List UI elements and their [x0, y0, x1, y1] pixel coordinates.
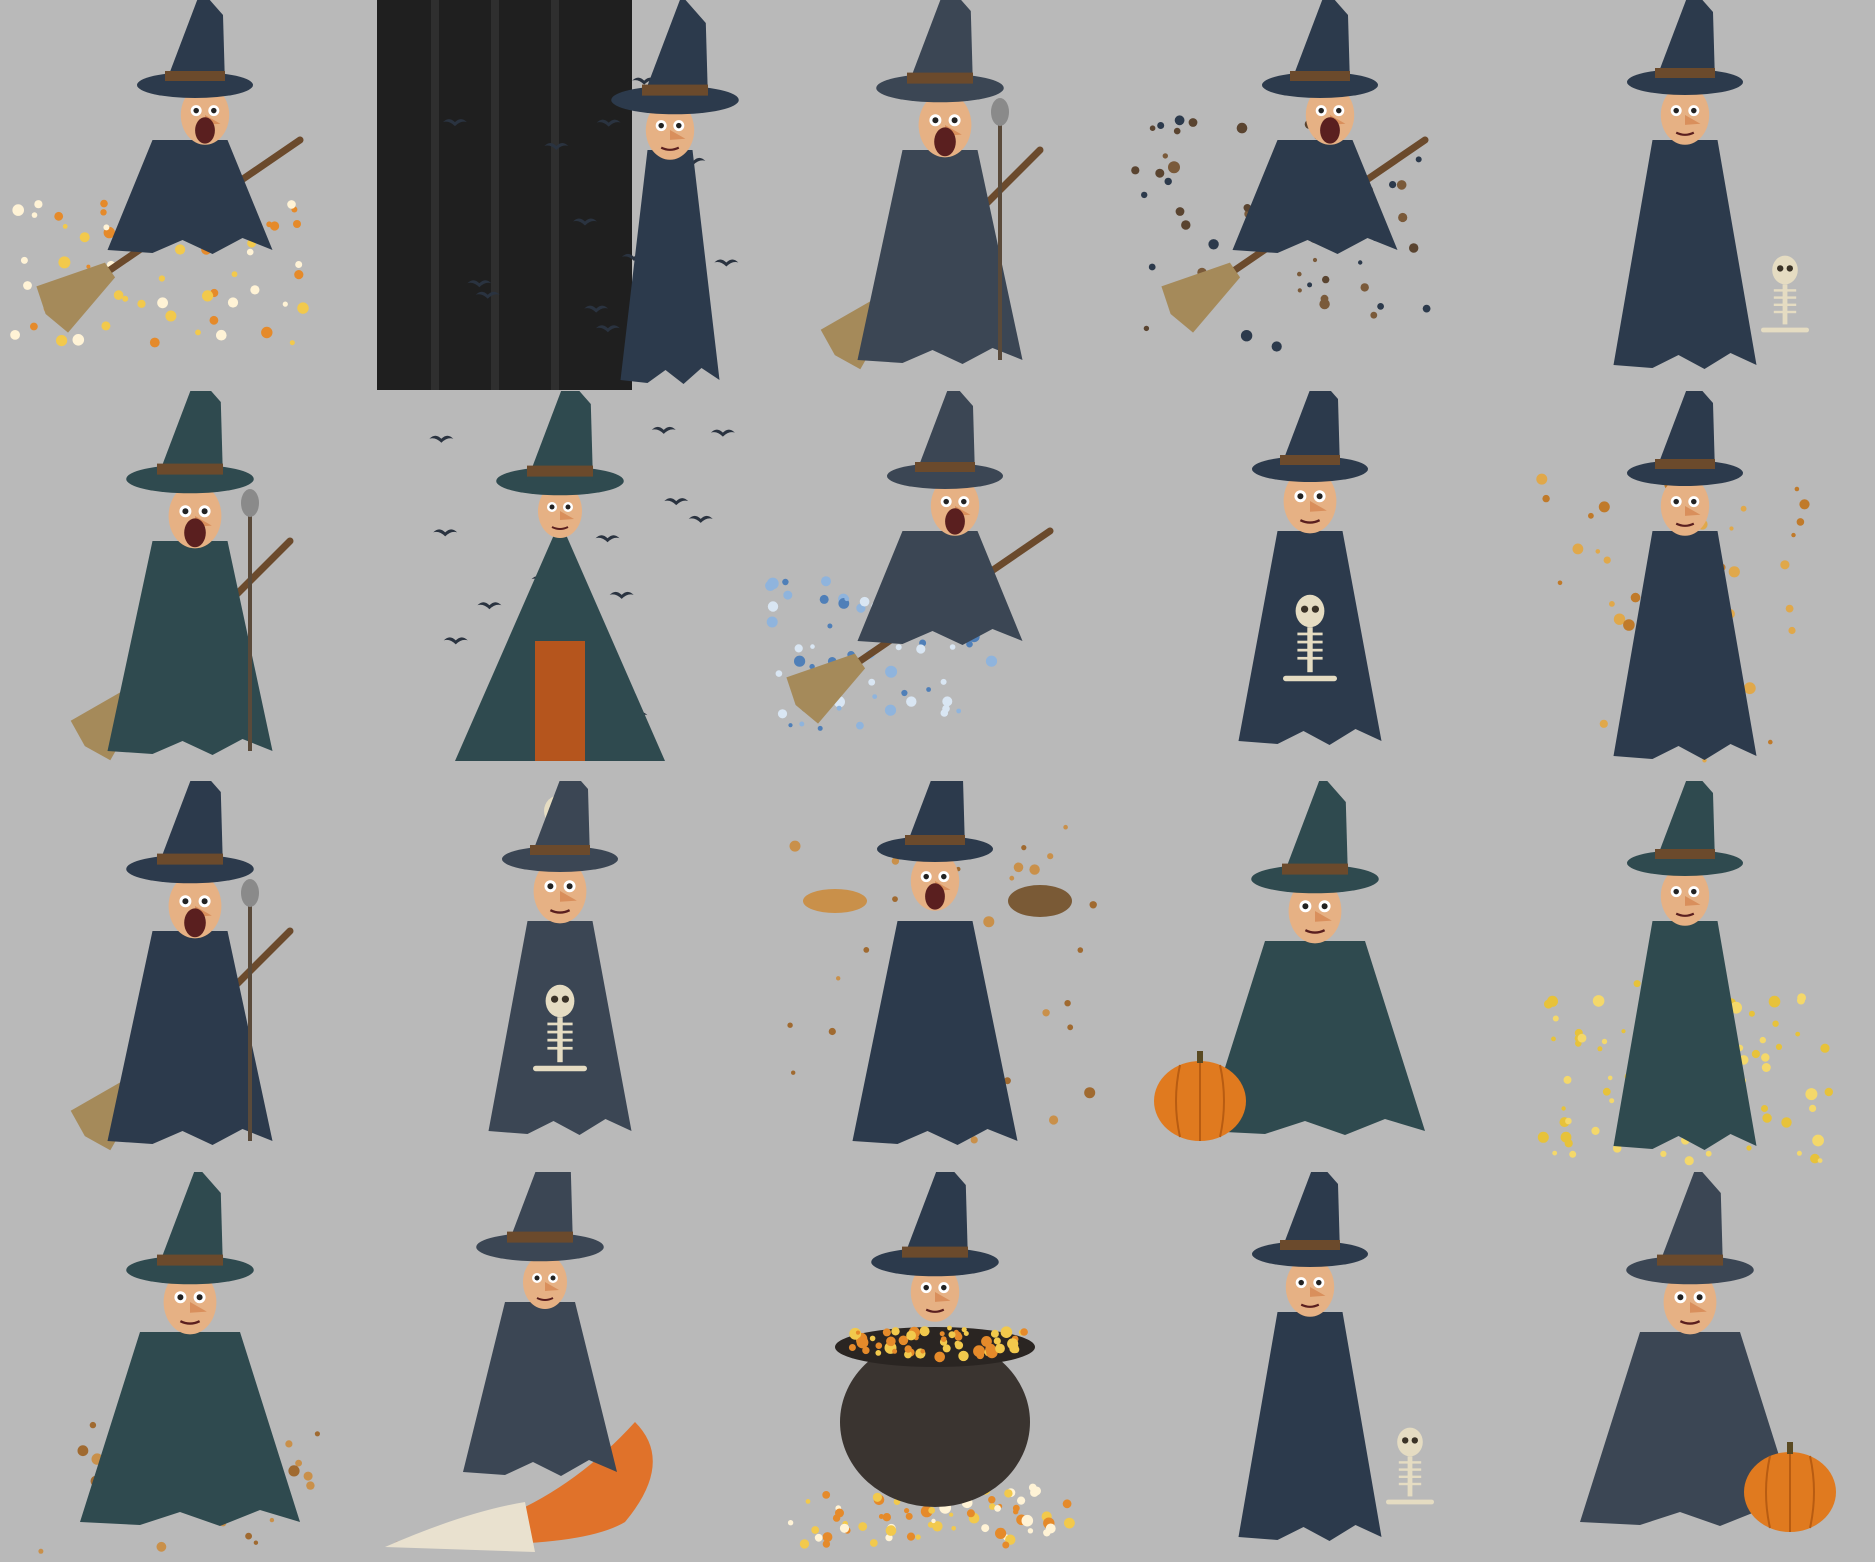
witch-robe [107, 140, 273, 254]
witch-hat [1251, 781, 1379, 894]
witch-hat [876, 0, 1004, 103]
witch-robe [1613, 921, 1757, 1150]
witch-illustration-standing-spaghetti [1500, 781, 1875, 1172]
witch-face [918, 92, 972, 158]
witch-hat [1627, 781, 1743, 876]
witch-robe [852, 921, 1018, 1145]
skeleton [1761, 255, 1809, 333]
witch-figure [10, 0, 309, 348]
witch-illustration-juggler-cookies [750, 781, 1125, 1172]
witch-figure [1580, 1171, 1836, 1532]
witch-hat [126, 1171, 254, 1284]
witch-hat [1252, 390, 1368, 482]
witch-illustration-standing-skeleton [1125, 1171, 1500, 1562]
sand-wake [385, 1501, 535, 1552]
witch-hat [1252, 1171, 1368, 1267]
witch-hat [887, 390, 1003, 489]
witch-hat [126, 781, 254, 884]
black-curtain [377, 0, 632, 390]
witch-hat [1627, 0, 1743, 95]
witch-illustration-curtain-peek-bats [375, 0, 750, 391]
witch-robe [107, 931, 273, 1145]
witch-hat [476, 1171, 604, 1261]
witch-face [168, 873, 222, 939]
witch-figure [1537, 781, 1833, 1166]
witch-robe [1613, 530, 1757, 760]
orange-dress [535, 640, 585, 761]
cauldron [835, 1326, 1035, 1507]
witch-hat [496, 390, 624, 495]
witch-figure [787, 781, 1097, 1145]
witch-figure [429, 390, 735, 761]
witch-illustration-singer-broom [0, 781, 375, 1172]
witch-robe [1232, 140, 1398, 254]
witch-face [168, 483, 222, 548]
witch-illustration-surfer-orange-peel [375, 1171, 750, 1562]
witch-illustration-standing-skeleton [1500, 0, 1875, 391]
witch-illustration-standing-sparks [1500, 390, 1875, 782]
witch-hat [126, 390, 254, 493]
witch-illustration-broom-rider-candy-corn [0, 0, 375, 391]
witch-figure [70, 781, 294, 1151]
witch-robe [620, 150, 720, 384]
witch-figure [787, 1171, 1075, 1549]
witch-illustration-cauldron-candy-corn [750, 1171, 1125, 1562]
witch-figure [1131, 0, 1431, 352]
witch-hat [871, 1171, 999, 1276]
witch-illustration-broom-rider-dust [1125, 0, 1500, 391]
witch-figure [1154, 781, 1425, 1141]
witch-hat [502, 781, 618, 872]
witch-illustration-caped-bats [375, 390, 750, 782]
witch-figure [70, 390, 294, 760]
witch-illustration-seated-skeleton [1125, 390, 1500, 782]
witch-clipart-sheet [0, 0, 1875, 1562]
cookie-plate [803, 889, 867, 913]
witch-illustration-broom-rider-water [750, 390, 1125, 782]
witch-figure [820, 0, 1044, 370]
witch-figure [488, 781, 632, 1135]
witch-robe [463, 1301, 617, 1476]
witch-robe [107, 540, 273, 755]
witch-illustration-crouching-pumpkin [1500, 1171, 1875, 1562]
skeleton [1386, 1427, 1434, 1504]
witch-illustration-crouching-pumpkin [1125, 781, 1500, 1172]
witch-figure [1613, 0, 1809, 369]
witch-figure [1536, 390, 1810, 762]
witch-robe [1613, 140, 1757, 369]
witch-figure [765, 390, 1054, 731]
witch-illustration-singer-broom [0, 390, 375, 782]
witch-robe [80, 1331, 300, 1526]
witch-figure [38, 1171, 320, 1554]
witch-figure [1238, 390, 1382, 745]
cookie-basket [1008, 885, 1072, 917]
witch-figure [385, 1171, 653, 1552]
witch-hat [137, 0, 253, 98]
witch-robe [1238, 1311, 1382, 1541]
witch-hat [1627, 390, 1743, 486]
witch-hat [877, 781, 993, 862]
witch-robe [857, 150, 1023, 364]
witch-figure [377, 0, 739, 390]
witch-hat [1262, 0, 1378, 98]
witch-robe [857, 530, 1023, 645]
witch-hat [1626, 1171, 1754, 1284]
witch-illustration-seated-skull-hat [375, 781, 750, 1172]
witch-illustration-singer-broom [750, 0, 1125, 391]
witch-face [523, 1254, 567, 1309]
witch-figure [1238, 1171, 1434, 1541]
witch-illustration-crouching-cookies [0, 1171, 375, 1562]
illustration-grid [0, 0, 1875, 1562]
